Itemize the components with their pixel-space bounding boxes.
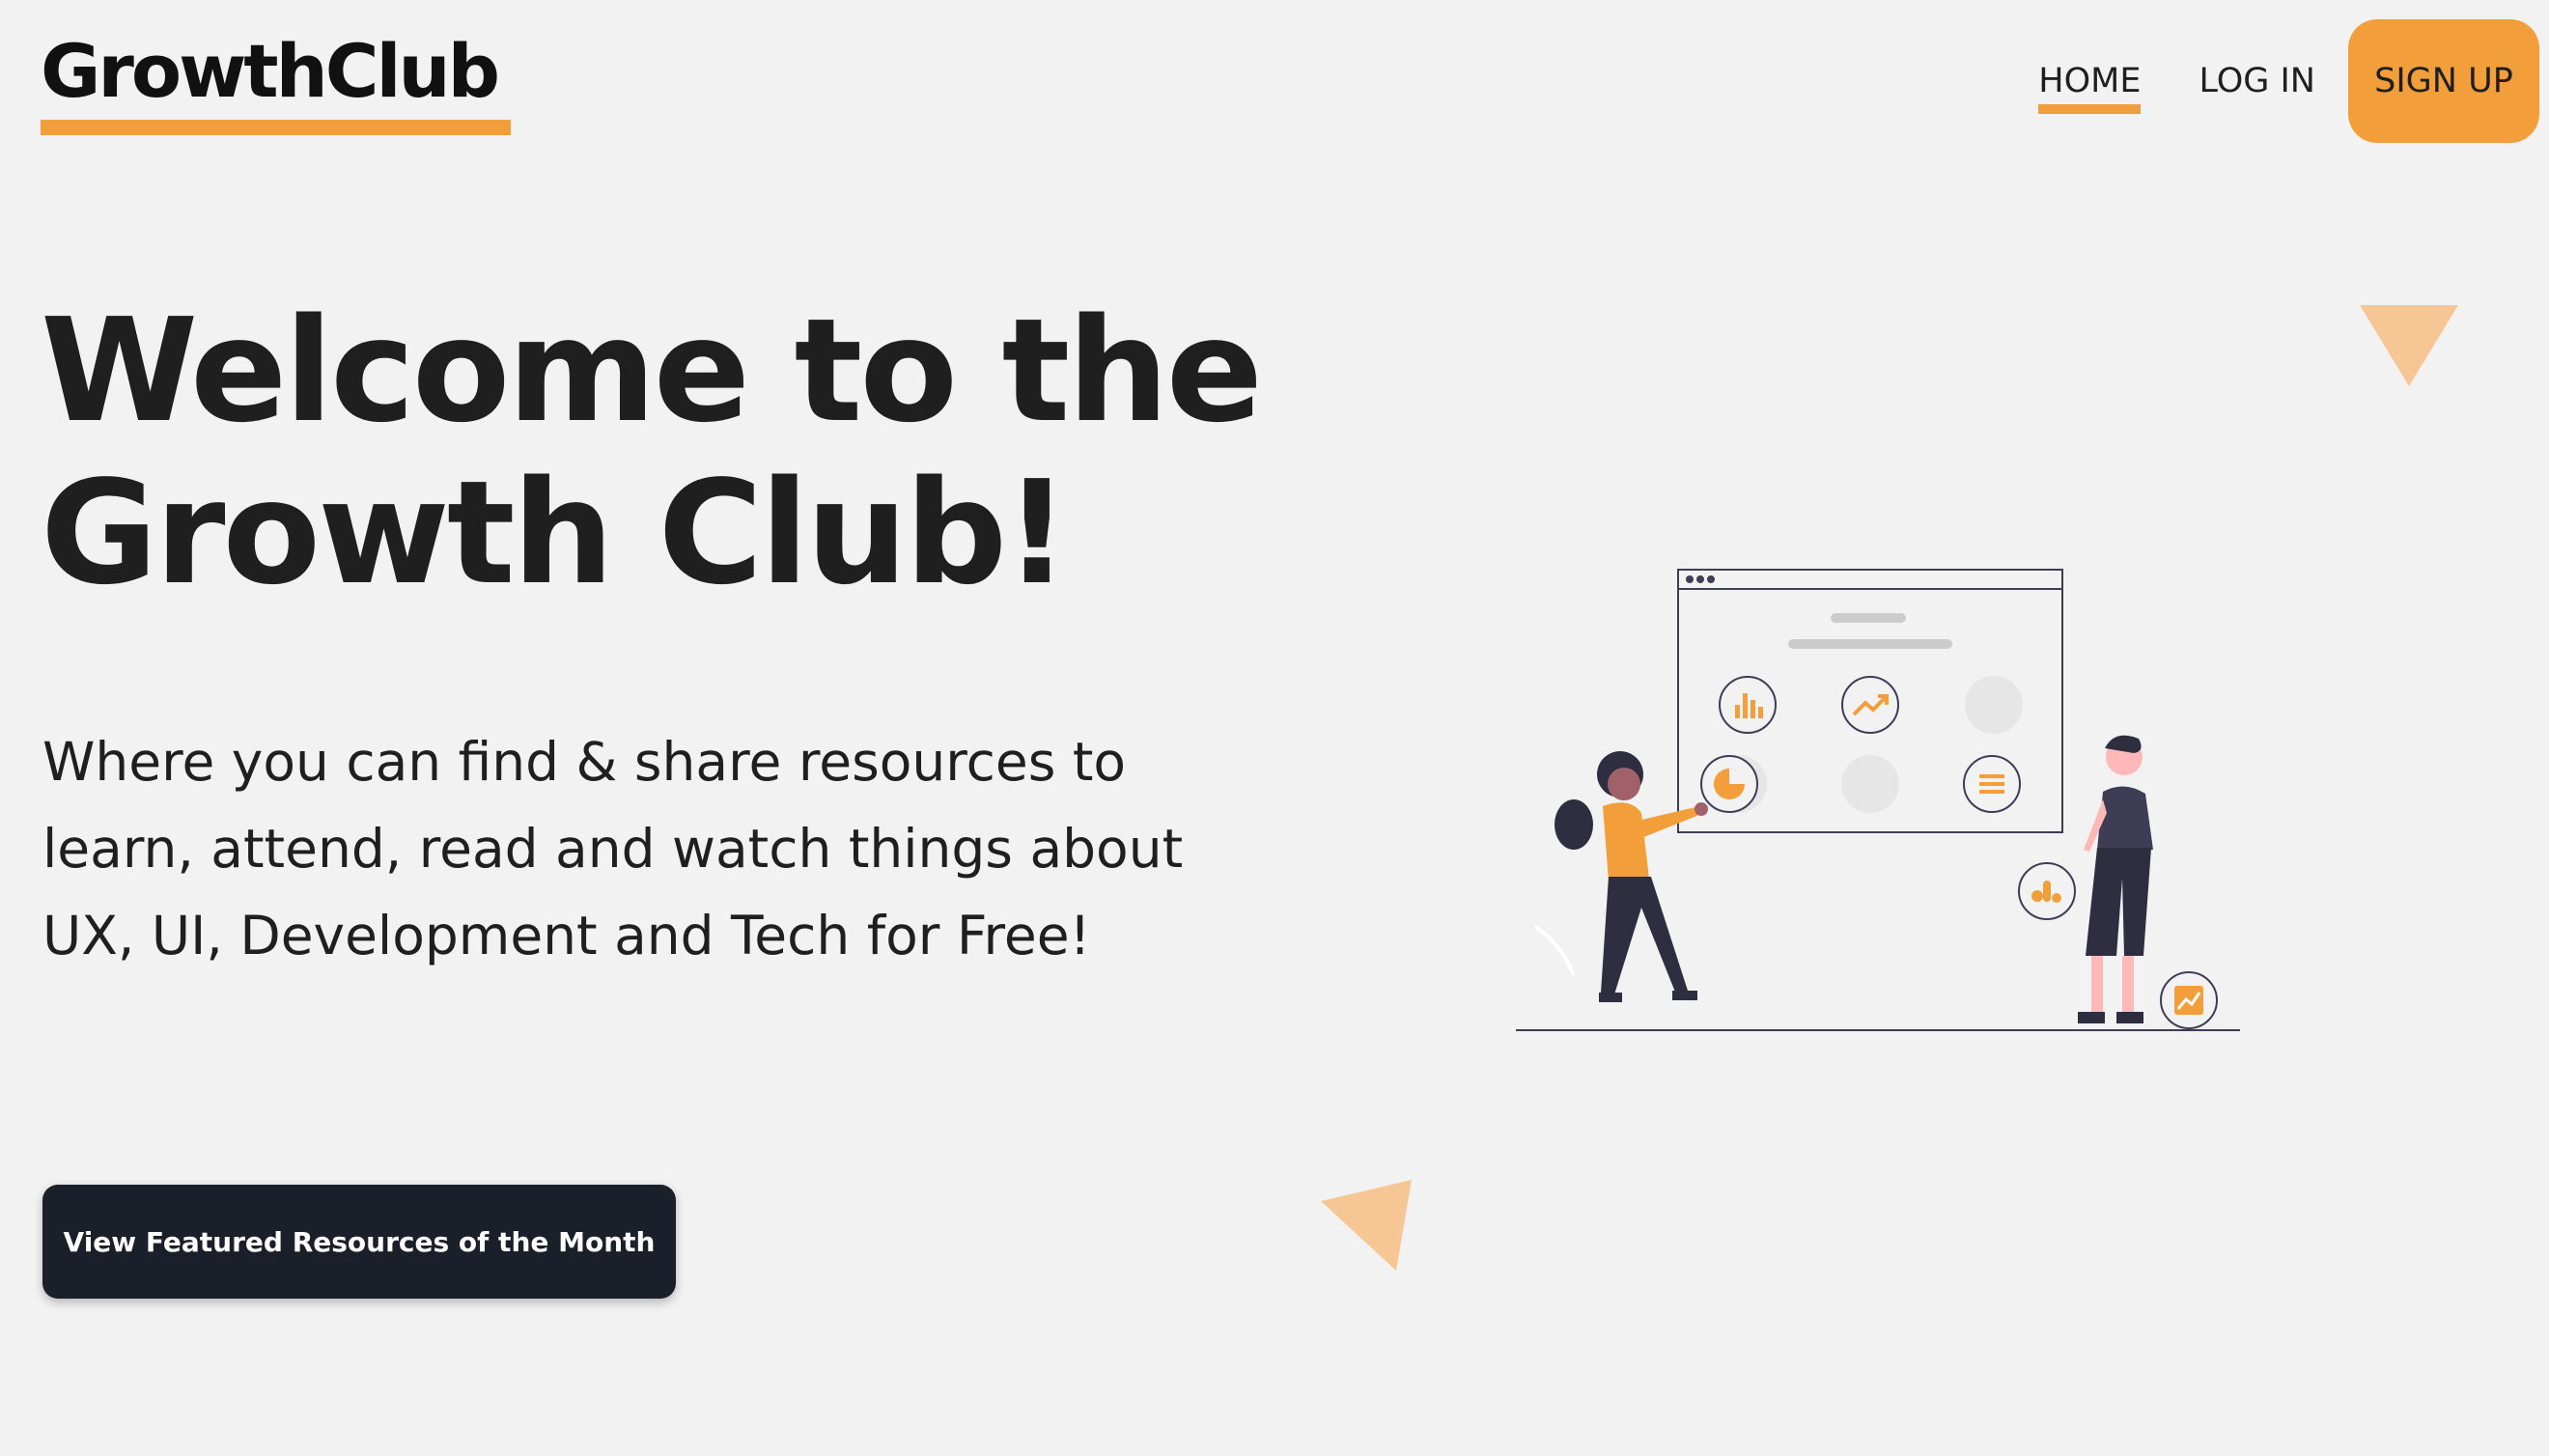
list-icon [1963, 755, 2021, 813]
dashboard-illustration [1516, 569, 2240, 1031]
hero-title: Welcome to the Growth Club! [41, 290, 1296, 614]
hero-title-line-1: Welcome to the [41, 288, 1263, 454]
man-figure [2078, 735, 2153, 1023]
pie-chart-icon [1700, 755, 1758, 813]
hero-description: Where you can find & share resources to … [42, 731, 1184, 966]
placeholder-circle [1965, 676, 2023, 734]
logo-underline [41, 120, 511, 135]
main-nav: HOME LOG IN SIGN UP [2038, 19, 2539, 143]
trend-up-icon [1841, 676, 1899, 734]
view-featured-resources-button[interactable]: View Featured Resources of the Month [42, 1185, 676, 1299]
triangle-decoration-middle [1321, 1180, 1412, 1271]
nav-login-link[interactable]: LOG IN [2199, 56, 2315, 106]
browser-window-graphic [1677, 569, 2063, 833]
chart-icon [2160, 971, 2218, 1029]
site-logo[interactable]: GrowthClub [41, 35, 500, 108]
signup-button[interactable]: SIGN UP [2348, 19, 2539, 143]
triangle-decoration-top-right [2360, 305, 2458, 386]
small-bar-chart-icon [2018, 862, 2076, 920]
bar-chart-icon [1719, 676, 1777, 734]
nav-home-link[interactable]: HOME [2038, 56, 2142, 114]
hero-title-line-2: Growth Club! [41, 450, 1070, 616]
